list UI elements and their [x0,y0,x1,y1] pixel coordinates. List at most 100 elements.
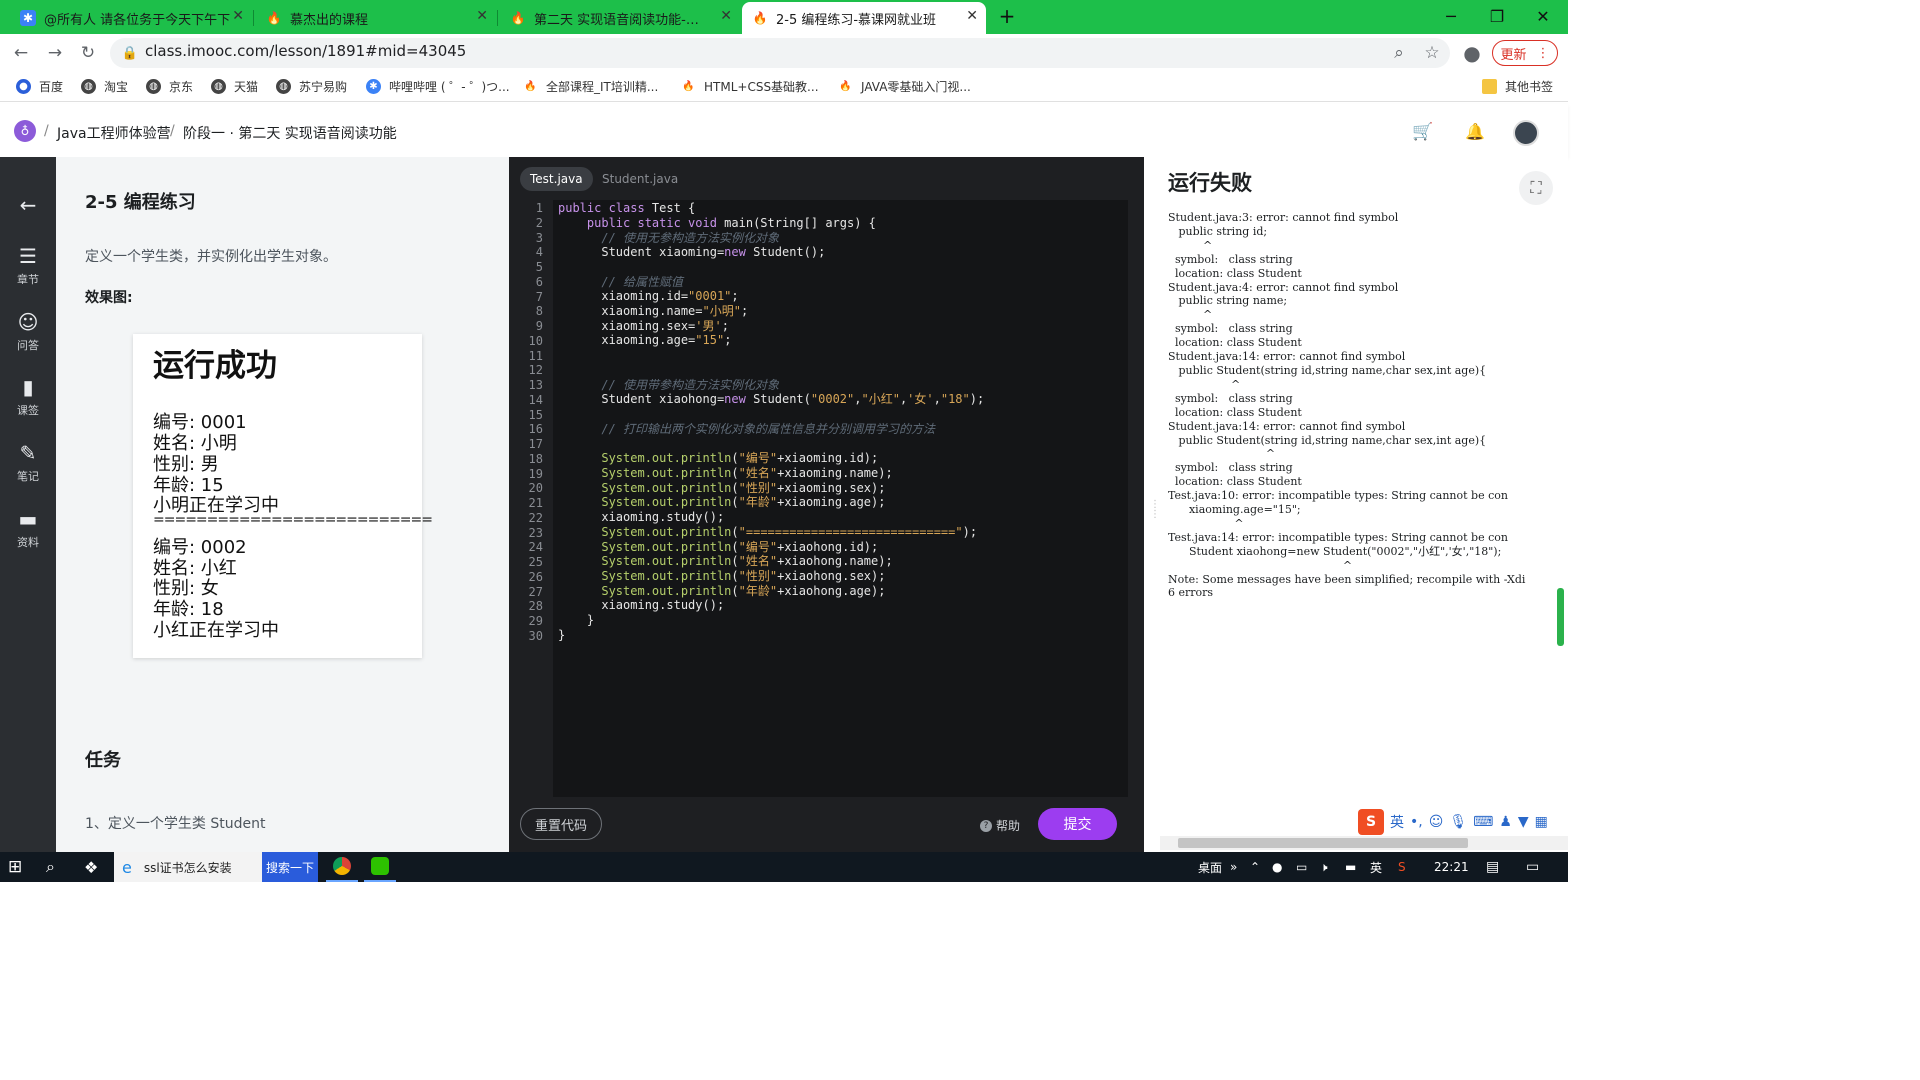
bookmark-star-icon[interactable]: ☆ [1421,42,1443,64]
task-view-icon[interactable]: ❖ [84,852,98,882]
imooc-logo-icon[interactable]: ♁ [14,120,36,142]
notifications-icon[interactable]: ▭ [1526,852,1539,882]
url-text[interactable]: class.imooc.com/lesson/1891#mid=43045 [145,42,466,60]
browser-tab-1[interactable]: ✱ @所有人 请各位务于今天下午下 ✕ [10,2,252,34]
bell-icon[interactable]: 🔔 [1465,122,1485,141]
windows-start-icon[interactable]: ⊞ [8,852,22,882]
nav-back[interactable]: ← [0,193,56,220]
search-icon[interactable]: ⌕ [46,852,55,882]
browser-tab-4-active[interactable]: 🔥 2-5 编程练习-慕课网就业班 ✕ [742,2,986,34]
bookmark-tmall[interactable]: ◍ 天猫 [211,78,258,95]
menu-dots-icon[interactable]: ⋮ [1537,46,1550,61]
network-icon[interactable]: ▭ [1296,852,1307,882]
forward-icon[interactable]: → [44,42,66,64]
clock[interactable]: 22:21 [1434,852,1469,882]
code-line[interactable]: xiaoming.name="小明"; [558,304,748,319]
tray-ime-label[interactable]: 英 [1370,852,1382,882]
search-go-button[interactable]: 搜索一下 [262,852,318,882]
code-line[interactable]: xiaoming.id="0001"; [558,289,738,304]
vertical-scrollbar[interactable] [1557,588,1564,646]
nav-chapter[interactable]: ☰ 章节 [0,244,56,287]
nav-qa[interactable]: ☺ 问答 [0,310,56,353]
code-line[interactable]: xiaoming.age="15"; [558,333,731,348]
exercise-title: 2-5 编程练习 [85,192,196,213]
desktop-toolbar[interactable]: 桌面 [1198,852,1222,882]
chrome-taskbar-icon[interactable] [326,852,358,882]
bookmark-jd[interactable]: ◍ 京东 [146,78,193,95]
sogou-tray-icon[interactable]: S [1398,852,1406,882]
code-line[interactable]: xiaoming.study(); [558,598,724,613]
breadcrumb-chapter[interactable]: 阶段一 · 第二天 实现语音阅读功能 [183,123,397,143]
battery-icon[interactable]: ▬ [1345,852,1356,882]
close-tab-icon[interactable]: ✕ [476,8,488,24]
close-tab-icon[interactable]: ✕ [232,8,244,24]
code-line[interactable]: System.out.println("姓名"+xiaoming.name); [558,466,892,481]
bookmark-java[interactable]: 🔥 JAVA零基础入门视... [838,78,971,95]
code-line[interactable]: Student xiaohong=new Student("0002","小红"… [558,392,984,407]
close-window-icon[interactable]: ✕ [1520,4,1566,28]
code-line[interactable]: public static void main(String[] args) { [558,216,876,231]
new-tab-plus-icon[interactable]: + [992,4,1022,28]
reset-code-button[interactable]: 重置代码 [520,808,602,840]
fullscreen-icon[interactable]: ⛶ [1519,171,1553,205]
line-number: 20 [528,481,543,496]
code-line[interactable]: System.out.println("性别"+xiaohong.sex); [558,569,885,584]
code-line[interactable]: System.out.println("编号"+xiaoming.id); [558,451,878,466]
volume-icon[interactable]: 🕨 [1320,852,1328,882]
nav-note[interactable]: ✎ 笔记 [0,441,56,484]
profile-icon[interactable]: ● [1461,41,1483,65]
help-button[interactable]: ? 帮助 [980,817,1020,834]
close-tab-icon[interactable]: ✕ [966,8,978,24]
code-line[interactable]: // 给属性赋值 [558,275,683,290]
code-line[interactable]: } [558,613,594,628]
tab-test-java[interactable]: Test.java [520,167,593,191]
code-line[interactable]: // 使用带参构造方法实例化对象 [558,378,779,393]
wechat-tray-icon[interactable]: ● [1272,852,1282,882]
browser-tab-2[interactable]: 🔥 慕杰出的课程 ✕ [256,2,496,34]
avatar[interactable] [1513,120,1539,146]
notepad-icon[interactable]: ▤ [1486,852,1499,882]
code-line[interactable]: public class Test { [558,201,695,216]
breadcrumb-course[interactable]: Java工程师体验营 [57,123,171,143]
resize-handle-icon[interactable]: ⋮ ⋮ [1150,500,1160,540]
code-line[interactable]: System.out.println("====================… [558,525,977,540]
bookmark-html-css[interactable]: 🔥 HTML+CSS基础教... [681,78,818,95]
code-line[interactable]: // 使用无参构造方法实例化对象 [558,231,779,246]
cart-icon[interactable]: 🛒 [1412,122,1433,142]
tray-up-icon[interactable]: ⌃ [1250,852,1260,882]
bookmark-taobao[interactable]: ◍ 淘宝 [81,78,128,95]
bookmark-imooc-courses[interactable]: 🔥 全部课程_IT培训精... [523,78,658,95]
code-line[interactable]: System.out.println("性别"+xiaoming.sex); [558,481,885,496]
back-icon[interactable]: ← [10,42,32,64]
bookmark-other[interactable]: 其他书签 [1482,78,1553,95]
submit-button[interactable]: 提交 [1038,808,1117,840]
code-line[interactable]: System.out.println("年龄"+xiaoming.age); [558,495,885,510]
minimize-icon[interactable]: ─ [1428,4,1474,28]
horizontal-scroll-thumb[interactable] [1178,838,1468,848]
close-tab-icon[interactable]: ✕ [720,8,732,24]
double-chevron-icon[interactable]: » [1230,852,1237,882]
tab-student-java[interactable]: Student.java [592,167,688,191]
code-line[interactable]: xiaoming.sex='男'; [558,319,729,334]
code-line[interactable]: } [558,628,565,643]
compiler-output-text: Student.java:3: error: cannot find symbo… [1168,211,1526,600]
restore-icon[interactable]: ❐ [1474,4,1520,28]
wechat-taskbar-icon[interactable] [364,852,396,882]
bookmark-baidu[interactable]: ● 百度 [16,78,63,95]
code-line[interactable]: System.out.println("年龄"+xiaohong.age); [558,584,885,599]
taskbar-search-box[interactable]: e ssl证书怎么安装 [114,852,262,882]
reload-icon[interactable]: ↻ [77,42,99,64]
code-line[interactable]: xiaoming.study(); [558,510,724,525]
code-line[interactable]: // 打印输出两个实例化对象的属性信息并分别调用学习的方法 [558,422,935,437]
code-line[interactable]: System.out.println("姓名"+xiaohong.name); [558,554,892,569]
update-button[interactable]: 更新 ⋮ [1492,40,1558,66]
code-line[interactable]: Student xiaoming=new Student(); [558,245,825,260]
nav-class[interactable]: ▮ 课签 [0,375,56,418]
bookmark-bilibili[interactable]: ✱ 哔哩哔哩 ( ゜- ゜)つ... [366,78,510,95]
ime-toolbar[interactable]: S 英 •, ☺ 🎙 ⌨ ♟ ▼ ▦ [1358,808,1568,836]
zoom-search-icon[interactable]: ⌕ [1388,42,1410,64]
browser-tab-3[interactable]: 🔥 第二天 实现语音阅读功能-慕课网 ✕ [500,2,740,34]
bookmark-suning[interactable]: ◍ 苏宁易购 [276,78,347,95]
nav-materials[interactable]: ▬ 资料 [0,507,56,550]
code-line[interactable]: System.out.println("编号"+xiaohong.id); [558,540,878,555]
